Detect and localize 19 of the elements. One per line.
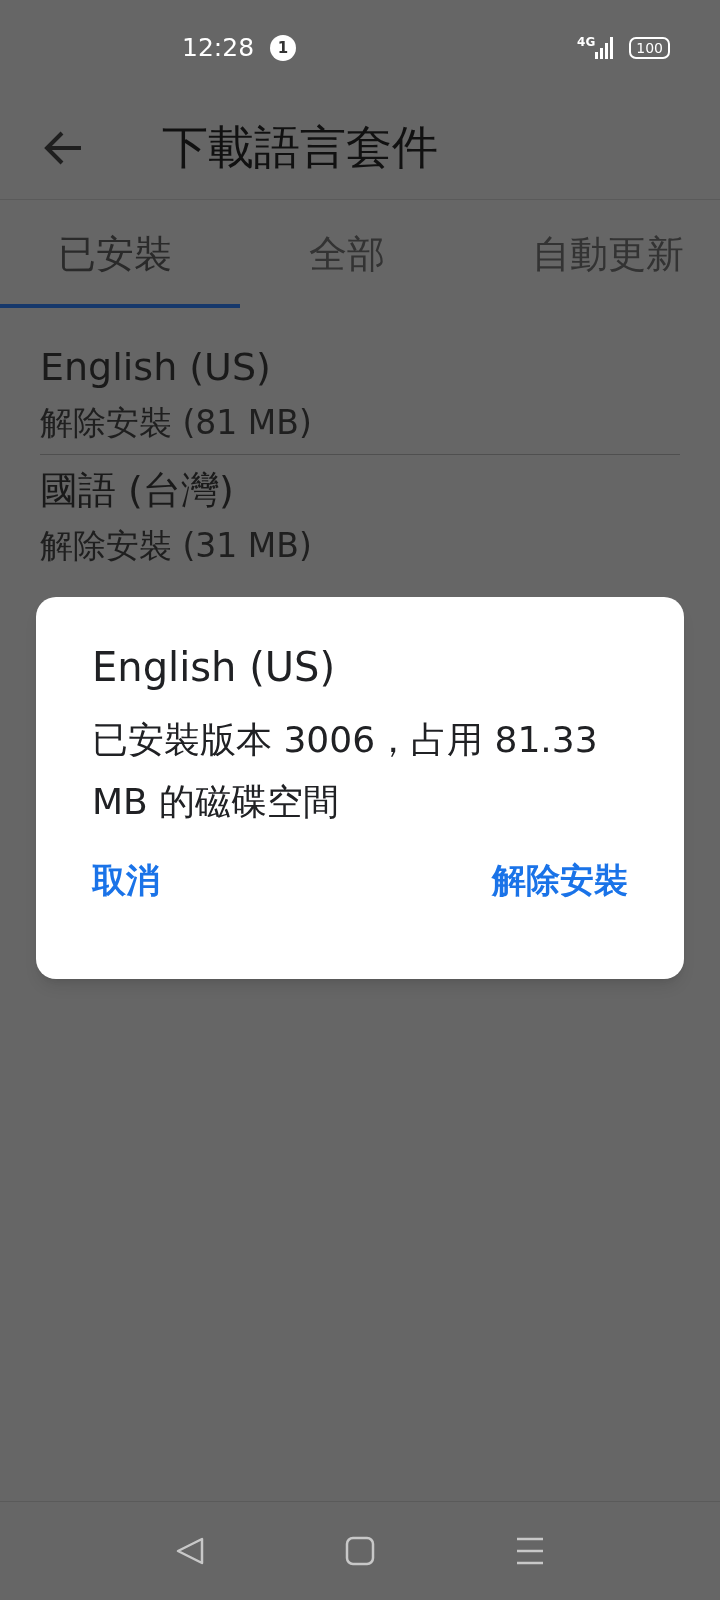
status-time: 12:28 xyxy=(182,32,255,65)
dialog-button[interactable]: 解除安裝 xyxy=(484,849,636,912)
battery-icon: 100 xyxy=(629,37,670,59)
dialog-button[interactable]: 取消 xyxy=(84,849,168,912)
back-nav-icon[interactable] xyxy=(175,1536,205,1566)
uninstall-link[interactable]: 解除安裝 (31 MB) xyxy=(40,519,680,573)
back-arrow-icon xyxy=(43,129,83,166)
notification-badge: 1 xyxy=(270,35,297,61)
uninstall-link[interactable]: 解除安裝 (81 MB) xyxy=(40,396,680,450)
language-name: 國語 (台灣) xyxy=(40,467,235,514)
dialog-title: English (US) xyxy=(92,643,337,692)
app-title: 下載語言套件 xyxy=(162,119,438,176)
network-label: 4G xyxy=(577,36,596,48)
dialog-message: 已安裝版本 3006，占用 81.33 MB 的磁碟空間 xyxy=(92,718,599,824)
signal-icon xyxy=(595,37,616,59)
menu-icon[interactable] xyxy=(515,1537,545,1565)
tab[interactable]: 已安裝 xyxy=(0,200,240,308)
language-name: English (US) xyxy=(40,344,272,391)
home-nav-icon[interactable] xyxy=(345,1536,375,1566)
